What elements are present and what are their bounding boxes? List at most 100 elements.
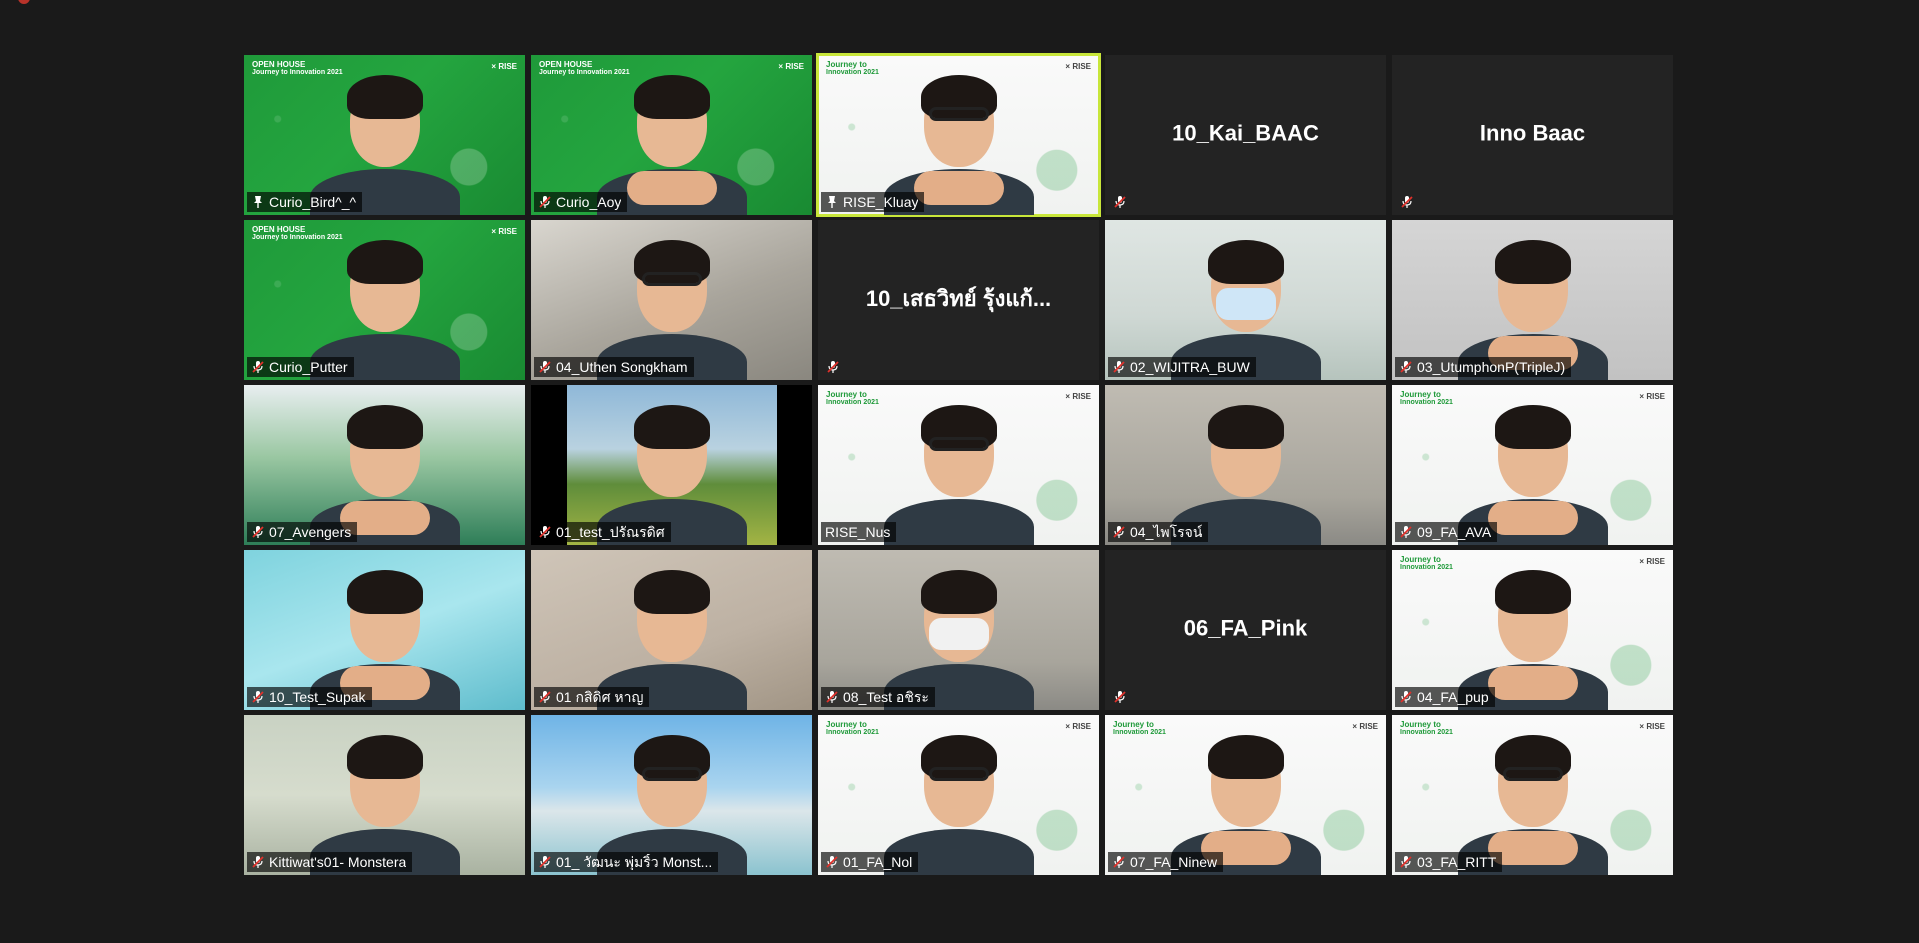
mic-off-icon <box>1112 525 1126 539</box>
mic-off-icon <box>251 855 265 869</box>
mic-off-icon <box>1113 195 1127 209</box>
torso <box>883 499 1034 545</box>
glasses <box>641 272 702 286</box>
participant-name-label: 09_FA_AVA <box>1395 522 1498 542</box>
participant-name-label: 04_Uthen Songkham <box>534 357 694 377</box>
participant-tile[interactable]: 10_เสธวิทย์ รุ้งแก้... <box>818 220 1099 380</box>
participant-tile[interactable]: Journey to Innovation 2021 × RISE 07_FA_Nin… <box>1105 715 1386 875</box>
hair <box>1494 240 1571 284</box>
sponsor-logos: × RISE <box>1065 62 1091 71</box>
participant-name: 01 กสิดิศ หาญ <box>556 689 644 705</box>
participant-name-label: 10_Test_Supak <box>247 687 372 707</box>
sponsor-logos: × RISE <box>1639 392 1665 401</box>
mic-off-icon <box>1400 195 1414 209</box>
hair <box>633 405 710 449</box>
hair <box>346 735 423 779</box>
mic-off-icon <box>251 360 265 374</box>
glasses <box>641 767 702 781</box>
participant-tile[interactable]: Inno Baac <box>1392 55 1673 215</box>
participant-tile[interactable]: 03_UtumphonP(TripleJ) <box>1392 220 1673 380</box>
pin-icon <box>825 195 839 209</box>
participant-name-label: 01_test_ปรัณรดิศ <box>534 522 671 542</box>
participant-tile[interactable]: Kittiwat's01- Monstera <box>244 715 525 875</box>
mic-off-icon <box>538 360 552 374</box>
banner-subtitle: Innovation 2021 <box>1400 564 1453 571</box>
participant-name: 07_Avengers <box>269 524 352 540</box>
banner-subtitle: Innovation 2021 <box>826 399 879 406</box>
participant-name: 03_UtumphonP(TripleJ) <box>1417 359 1566 375</box>
participant-tile[interactable]: Journey to Innovation 2021 × RISE RISE_Nus <box>818 385 1099 545</box>
participant-name-label: RISE_Kluay <box>821 192 925 212</box>
participant-tile[interactable]: 01 กสิดิศ หาญ <box>531 550 812 710</box>
participant-tile[interactable]: 08_Test อชิระ <box>818 550 1099 710</box>
hair <box>920 570 997 614</box>
participant-tile[interactable]: 04_ไพโรจน์ <box>1105 385 1386 545</box>
sponsor-logos: × RISE <box>1352 722 1378 731</box>
mic-off-icon <box>538 525 552 539</box>
participant-name: 09_FA_AVA <box>1417 524 1492 540</box>
hair <box>1494 405 1571 449</box>
participant-tile[interactable]: 10_Test_Supak <box>244 550 525 710</box>
participant-tile[interactable]: Journey to Innovation 2021 × RISE 04_FA_pup <box>1392 550 1673 710</box>
participant-tile[interactable]: 01_ วัฒนะ พุ่มริ้ว Monst... <box>531 715 812 875</box>
participant-display-name: 10_เสธวิทย์ รุ้งแก้... <box>865 285 1052 311</box>
mic-off-icon <box>538 855 552 869</box>
banner-title: Journey to <box>1400 720 1441 729</box>
participant-name: 03_FA_RITT <box>1417 854 1497 870</box>
participant-name-label: 07_Avengers <box>247 522 358 542</box>
participant-name: 10_Test_Supak <box>269 689 366 705</box>
hair <box>1207 405 1284 449</box>
hair <box>346 570 423 614</box>
participant-name: RISE_Nus <box>825 524 891 540</box>
face-mask <box>928 618 989 650</box>
participant-tile[interactable]: 04_Uthen Songkham <box>531 220 812 380</box>
banner-subtitle: Innovation 2021 <box>826 69 879 76</box>
hands <box>626 171 717 205</box>
event-banner: Journey to Innovation 2021 <box>826 61 879 77</box>
event-banner: Journey to Innovation 2021 <box>826 391 879 407</box>
sponsor-logos: × RISE <box>778 62 804 71</box>
participant-name: 01_ วัฒนะ พุ่มริ้ว Monst... <box>556 854 713 870</box>
participant-display-name: Inno Baac <box>1479 120 1586 146</box>
mic-off-icon <box>1112 360 1126 374</box>
mic-off-icon <box>1399 525 1413 539</box>
participant-name-label: 04_ไพโรจน์ <box>1108 522 1209 542</box>
banner-title: Journey to <box>1400 390 1441 399</box>
participant-tile[interactable]: Journey to Innovation 2021 × RISE 09_FA_AVA <box>1392 385 1673 545</box>
participant-tile[interactable]: Journey to Innovation 2021 × RISE 03_FA_RIT… <box>1392 715 1673 875</box>
participant-name-label: 03_UtumphonP(TripleJ) <box>1395 357 1572 377</box>
participant-name: 01_FA_Nol <box>843 854 913 870</box>
participant-tile[interactable]: OPEN HOUSE Journey to Innovation 2021 × RI… <box>244 55 525 215</box>
mic-off-icon <box>1399 360 1413 374</box>
participant-name: Curio_Putter <box>269 359 348 375</box>
participant-tile[interactable]: OPEN HOUSE Journey to Innovation 2021 × RI… <box>531 55 812 215</box>
participant-tile[interactable]: 07_Avengers <box>244 385 525 545</box>
participant-name-label: 01_ วัฒนะ พุ่มริ้ว Monst... <box>534 852 719 872</box>
banner-subtitle: Innovation 2021 <box>1400 399 1453 406</box>
banner-subtitle: Innovation 2021 <box>1113 729 1166 736</box>
participant-name-label: 08_Test อชิระ <box>821 687 935 707</box>
participant-tile[interactable]: 06_FA_Pink <box>1105 550 1386 710</box>
participant-name: 04_ไพโรจน์ <box>1130 524 1203 540</box>
event-banner: Journey to Innovation 2021 <box>1400 720 1453 737</box>
mic-off-icon <box>825 855 839 869</box>
sponsor-logos: × RISE <box>1639 722 1665 731</box>
participant-tile[interactable]: 10_Kai_BAAC <box>1105 55 1386 215</box>
participant-name: Curio_Bird^_^ <box>269 194 357 210</box>
banner-title: Journey to <box>1113 720 1154 729</box>
mic-off-icon <box>826 360 840 374</box>
mic-off-icon <box>251 690 265 704</box>
mic-off-icon <box>1399 690 1413 704</box>
glasses <box>928 107 989 121</box>
sponsor-logos: × RISE <box>1639 557 1665 566</box>
participant-tile[interactable]: 01_test_ปรัณรดิศ <box>531 385 812 545</box>
participant-tile[interactable]: Journey to Innovation 2021 × RISE 01_FA_Nol <box>818 715 1099 875</box>
participant-tile[interactable]: OPEN HOUSE Journey to Innovation 2021 × RI… <box>244 220 525 380</box>
participant-name-label: Curio_Aoy <box>534 192 628 212</box>
mic-off-icon <box>1113 690 1127 704</box>
mic-off-icon <box>538 690 552 704</box>
face-mask <box>1215 288 1276 320</box>
participant-tile[interactable]: 02_WIJITRA_BUW <box>1105 220 1386 380</box>
participant-tile[interactable]: Journey to Innovation 2021 × RISE RISE_Klua… <box>816 53 1101 217</box>
sponsor-logos: × RISE <box>1065 722 1091 731</box>
